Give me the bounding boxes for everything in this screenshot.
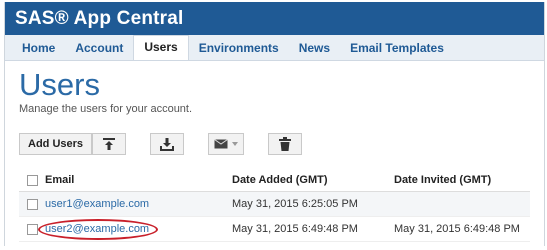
page-title: Users — [19, 67, 100, 102]
page-subtitle: Manage the users for your account. — [19, 103, 193, 115]
tab-news[interactable]: News — [289, 38, 340, 60]
email-icon — [214, 139, 228, 149]
delete-users-button[interactable] — [268, 133, 303, 155]
email-menu-button[interactable] — [208, 133, 245, 155]
tab-email-templates[interactable]: Email Templates — [340, 38, 454, 60]
tab-users[interactable]: Users — [133, 35, 189, 60]
main-nav: Home Account Users Environments News Ema… — [5, 35, 544, 61]
users-page: Users Manage the users for your account.… — [5, 69, 544, 242]
table-row: user2@example.com May 31, 2015 6:49:48 P… — [19, 217, 530, 242]
column-date-added[interactable]: Date Added (GMT) — [232, 174, 394, 186]
tab-environments[interactable]: Environments — [189, 38, 289, 60]
date-added-cell: May 31, 2015 6:49:48 PM — [232, 223, 358, 235]
user-email-link[interactable]: user1@example.com — [45, 198, 149, 210]
users-toolbar: Add Users — [19, 133, 530, 155]
download-users-button[interactable] — [150, 133, 185, 155]
date-added-cell: May 31, 2015 6:25:05 PM — [232, 198, 358, 210]
download-icon — [160, 137, 175, 151]
date-invited-cell: May 31, 2015 6:49:48 PM — [394, 223, 520, 235]
upload-icon — [102, 137, 116, 151]
users-table: Email Date Added (GMT) Date Invited (GMT… — [19, 169, 530, 242]
table-row: user1@example.com May 31, 2015 6:25:05 P… — [19, 192, 530, 217]
tab-account[interactable]: Account — [65, 38, 133, 60]
app-header: SAS® App Central — [5, 2, 544, 35]
add-users-button[interactable]: Add Users — [19, 133, 93, 155]
app-title: SAS® App Central — [15, 7, 184, 29]
column-email[interactable]: Email — [45, 174, 232, 186]
trash-icon — [279, 137, 292, 151]
row-checkbox[interactable] — [26, 198, 38, 210]
table-header: Email Date Added (GMT) Date Invited (GMT… — [19, 169, 530, 192]
chevron-down-icon — [232, 142, 239, 146]
tab-home[interactable]: Home — [12, 38, 65, 60]
app-window: SAS® App Central Home Account Users Envi… — [4, 2, 545, 246]
user-email-link[interactable]: user2@example.com — [37, 219, 159, 240]
select-all-checkbox[interactable] — [26, 174, 38, 186]
row-checkbox[interactable] — [26, 223, 38, 235]
column-date-invited[interactable]: Date Invited (GMT) — [394, 174, 524, 186]
upload-users-button[interactable] — [92, 133, 127, 155]
